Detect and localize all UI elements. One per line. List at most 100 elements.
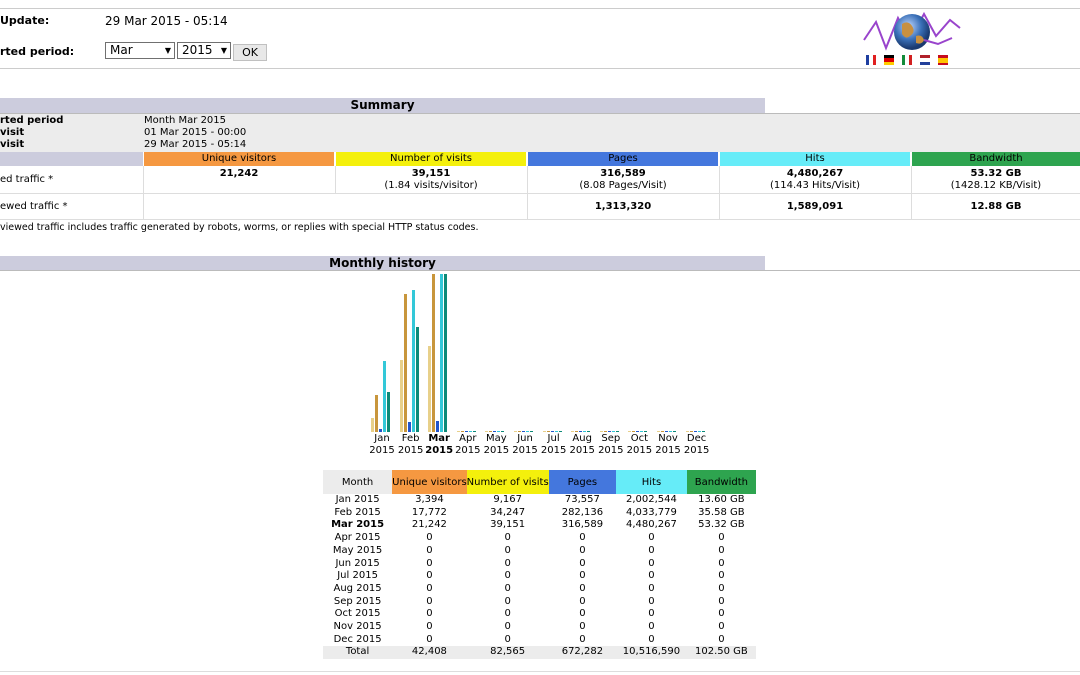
chart-bar	[611, 431, 615, 432]
chart-month-label: Feb 2015	[397, 433, 425, 457]
row-cell: 282,136	[561, 506, 604, 518]
viewed-hits: 4,480,267	[786, 168, 844, 179]
chart-month-year: 2015	[455, 445, 481, 456]
flag-nl-icon[interactable]	[920, 55, 930, 65]
flag-de-icon[interactable]	[884, 55, 894, 65]
chart-bar	[501, 431, 505, 432]
table-row: Feb 2015 17,772 34,247 282,136 4,033,779 35.5…	[323, 507, 756, 520]
row-cell: 0	[504, 582, 511, 594]
chart-bar	[415, 327, 419, 432]
summary-header-blank	[0, 152, 143, 166]
chevron-down-icon: ▼	[164, 46, 171, 55]
th-unique-visitors: Unique visitors	[392, 470, 467, 494]
table-row: Jul 2015 0 0 0 0 0	[323, 570, 756, 583]
first-visit-label: visit	[0, 127, 25, 138]
chart-bar	[440, 274, 444, 432]
chart-bar	[554, 431, 558, 432]
chart-bar	[644, 431, 648, 432]
chart-month-name: Nov	[658, 433, 678, 444]
chart-bar	[489, 431, 493, 432]
chart-bar	[518, 431, 521, 432]
row-cell: 0	[648, 595, 655, 607]
chart-bar	[685, 431, 689, 432]
chart-month-label: Sep 2015	[597, 433, 625, 457]
row-cell: 0	[718, 532, 725, 544]
th-hits: Hits	[616, 470, 687, 494]
last-visit-value: 29 Mar 2015 - 05:14	[144, 139, 247, 150]
row-cell: 39,151	[490, 519, 526, 531]
row-cell: 0	[718, 608, 725, 620]
chart-month-year: 2015	[683, 445, 710, 456]
chart-bar	[661, 431, 664, 432]
row-cell: 0	[504, 532, 511, 544]
chart-bar	[599, 431, 603, 432]
monthly-table: Month Unique visitors Number of visits P…	[323, 470, 756, 660]
row-cell: 0	[426, 544, 433, 556]
row-cell: 0	[579, 633, 586, 645]
row-cell: 0	[426, 557, 433, 569]
row-month: Aug 2015	[333, 582, 382, 594]
row-cell: 0	[504, 557, 511, 569]
col-pages: Pages	[528, 152, 718, 166]
flag-es-icon[interactable]	[938, 55, 948, 65]
table-row: Sep 2015 0 0 0 0 0	[323, 596, 756, 609]
flag-fr-icon[interactable]	[866, 55, 876, 65]
summary-title: Summary	[0, 98, 765, 113]
chart-bar	[432, 274, 436, 432]
monthly-chart	[368, 272, 712, 432]
chart-bar	[468, 431, 472, 432]
chart-bar	[640, 431, 644, 432]
chart-month-name: Jan	[374, 433, 390, 444]
year-select-value: 2015	[182, 43, 213, 57]
chart-month-label: Dec 2015	[683, 433, 711, 457]
ok-button[interactable]: OK	[233, 44, 267, 61]
row-cell: 0	[718, 582, 725, 594]
not-viewed-traffic-label: ewed traffic *	[0, 201, 68, 212]
chart-bar	[558, 431, 562, 432]
month-select[interactable]: Mar ▼	[105, 42, 175, 59]
row-cell: 0	[504, 595, 511, 607]
chart-month-name: Mar	[428, 433, 450, 444]
chart-bar	[628, 431, 632, 432]
row-cell: 0	[504, 608, 511, 620]
row-cell: 0	[579, 608, 586, 620]
chevron-down-icon: ▼	[220, 46, 227, 55]
flag-it-icon[interactable]	[902, 55, 912, 65]
viewed-visits: 39,151	[411, 168, 451, 179]
not-viewed-hits: 1,589,091	[786, 201, 844, 212]
chart-month-label: Jan 2015	[368, 433, 396, 457]
chart-month-year: 2015	[598, 445, 624, 456]
chart-month-year: 2015	[425, 445, 454, 456]
row-cell: 0	[718, 570, 725, 582]
row-cell: 0	[504, 544, 511, 556]
chart-month-name: Aug	[572, 433, 592, 444]
col-number-of-visits: Number of visits	[336, 152, 526, 166]
row-cell: 2,002,544	[625, 494, 677, 505]
chart-bar	[546, 431, 550, 432]
chart-month-label: Mar 2015	[425, 433, 453, 457]
row-cell: 0	[718, 633, 725, 645]
row-cell: 316,589	[561, 519, 604, 531]
chart-bar	[665, 431, 668, 432]
chart-bar	[514, 431, 517, 432]
chart-bar	[407, 422, 411, 432]
row-cell: 0	[426, 582, 433, 594]
chart-bar	[575, 431, 579, 432]
chart-month-label: Jun 2015	[511, 433, 539, 457]
col-unique-visitors: Unique visitors	[144, 152, 334, 166]
chart-month-label: Aug 2015	[568, 433, 596, 457]
th-pages: Pages	[548, 470, 617, 494]
row-cell: 9,167	[493, 494, 522, 505]
row-cell: 0	[579, 544, 586, 556]
chart-bar	[636, 431, 640, 432]
chart-bar	[399, 360, 403, 432]
year-select[interactable]: 2015 ▼	[177, 42, 231, 59]
table-row: Nov 2015 0 0 0 0 0	[323, 621, 756, 634]
table-row: Dec 2015 0 0 0 0 0	[323, 634, 756, 647]
row-cell: 0	[648, 582, 655, 594]
chart-bar	[444, 274, 448, 432]
row-cell: 53.32 GB	[698, 519, 745, 531]
chart-month-year: 2015	[569, 445, 595, 456]
chart-bar	[530, 431, 533, 432]
chart-bar	[371, 418, 374, 432]
